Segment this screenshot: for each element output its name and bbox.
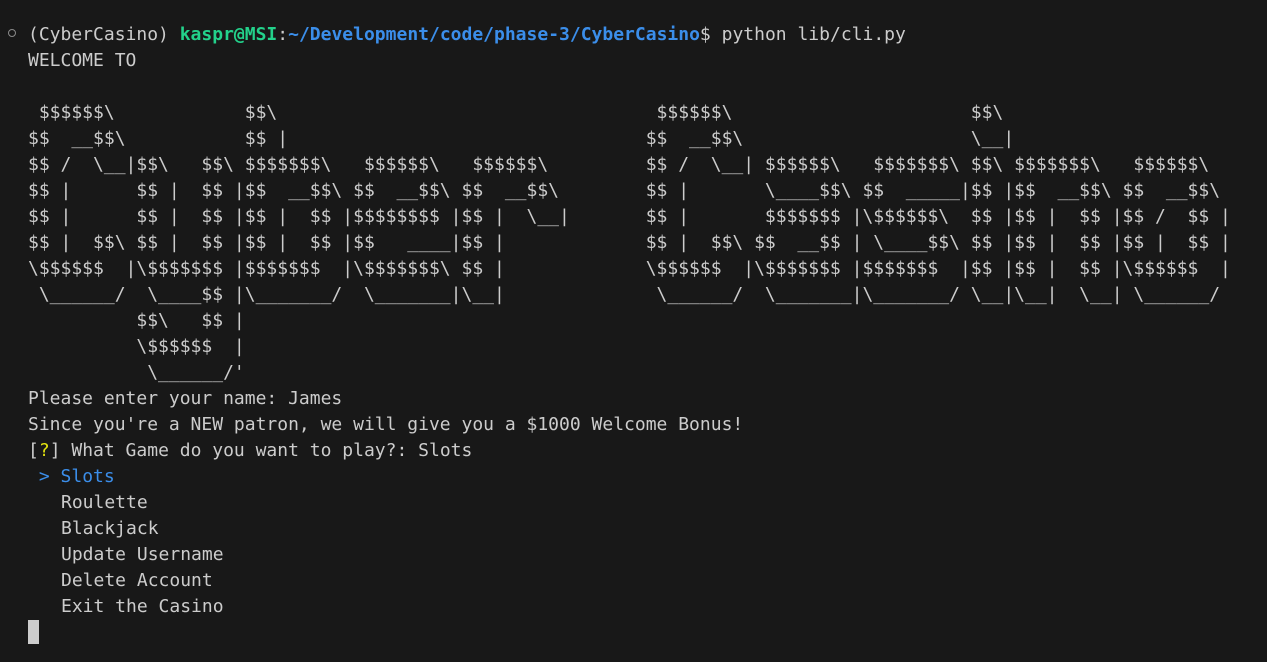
banner-line: \$$$$$$ |\$$$$$$$ |$$$$$$$ |\$$$$$$$\ $$… — [28, 258, 1231, 279]
banner-line: $$ | $$\ $$ | $$ |$$ | $$ |$$ ____|$$ | … — [28, 232, 1231, 253]
banner-line: $$ | $$ | $$ |$$ | $$ |$$$$$$$$ |$$ | \_… — [28, 206, 1231, 227]
game-question: [?] What Game do you want to play?: Slot… — [28, 438, 472, 464]
command-text: python lib/cli.py — [721, 24, 906, 45]
banner-line: \______/ \____$$ |\_______/ \_______|\__… — [28, 284, 1221, 305]
terminal-cursor — [28, 620, 39, 644]
banner-line: \$$$$$$ | — [28, 336, 245, 357]
question-text: What Game do you want to play?: Slots — [60, 440, 473, 461]
prompt-dollar: $ — [699, 24, 722, 45]
ascii-banner: $$$$$$\ $$\ $$$$$$\ $$\ $$ __$$\ $$ | $$… — [28, 100, 1231, 386]
banner-line: $$ / \__|$$\ $$\ $$$$$$$\ $$$$$$\ $$$$$$… — [28, 154, 1210, 175]
menu-option[interactable]: Exit the Casino — [61, 594, 224, 620]
menu-option[interactable]: Blackjack — [61, 516, 159, 542]
command-decorator-icon[interactable] — [8, 29, 16, 37]
venv-label: (CyberCasino) — [28, 24, 180, 45]
menu-option[interactable]: Roulette — [61, 490, 148, 516]
menu-option[interactable]: Delete Account — [61, 568, 213, 594]
menu-option[interactable]: Update Username — [61, 542, 224, 568]
banner-line: \______/' — [28, 362, 245, 383]
prompt-line: (CyberCasino) kaspr@MSI:~/Development/co… — [28, 22, 906, 48]
banner-line: $$$$$$\ $$\ $$$$$$\ $$\ — [28, 102, 1004, 123]
welcome-text: WELCOME TO — [28, 50, 137, 71]
name-prompt: Please enter your name: James — [28, 388, 343, 409]
menu-pointer-icon: > — [28, 466, 61, 487]
bonus-message: Since you're a NEW patron, we will give … — [28, 414, 744, 435]
terminal-window[interactable]: (CyberCasino) kaspr@MSI:~/Development/co… — [0, 0, 1267, 662]
banner-line: $$ __$$\ $$ | $$ __$$\ \__| — [28, 128, 1015, 149]
working-directory: ~/Development/code/phase-3/CyberCasino — [288, 24, 700, 45]
question-bracket-open: [ — [28, 440, 39, 461]
banner-line: $$\ $$ | — [28, 310, 245, 331]
question-mark-icon: ? — [38, 440, 50, 461]
banner-line: $$ | $$ | $$ |$$ __$$\ $$ __$$\ $$ __$$\… — [28, 180, 1221, 201]
prompt-separator: : — [277, 24, 289, 45]
user-host: kaspr@MSI — [179, 24, 278, 45]
question-bracket-close: ] — [49, 440, 61, 461]
menu-option-label: Slots — [60, 466, 115, 487]
menu-option-selected[interactable]: > Slots — [28, 464, 115, 490]
